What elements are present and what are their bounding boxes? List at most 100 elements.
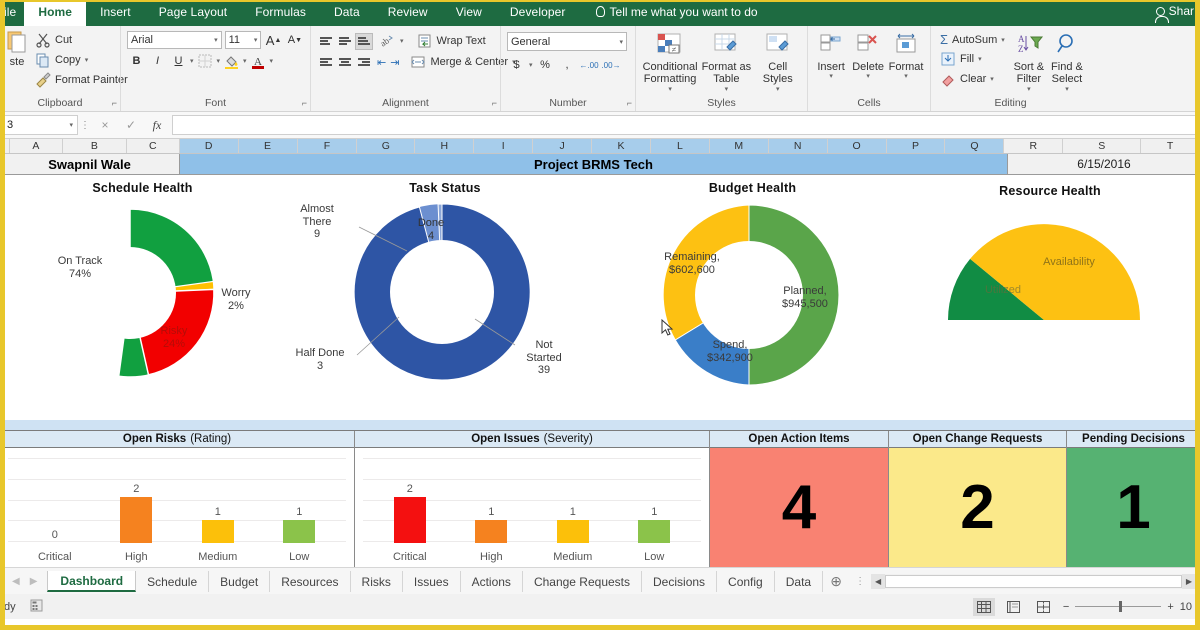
normal-view-button[interactable] [972, 597, 995, 616]
cell-styles-chevron-down-icon[interactable]: ▾ [776, 86, 780, 94]
column-header-M[interactable]: M [709, 139, 769, 153]
align-middle-button[interactable] [336, 33, 354, 50]
fill-button[interactable]: Fill ▾ [937, 50, 1008, 68]
column-header-Q[interactable]: Q [945, 139, 1005, 153]
copy-button[interactable]: Copy ▾ [32, 51, 131, 69]
column-header-S[interactable]: S [1063, 139, 1142, 153]
number-dialog-launcher-icon[interactable]: ⌐ [627, 98, 632, 108]
zoom-slider[interactable]: − + 10 [1063, 601, 1192, 613]
autosum-button[interactable]: Σ AutoSum ▾ [937, 31, 1008, 48]
bar-group-issue-medium[interactable]: 1 Medium [541, 448, 605, 567]
bar-group-high[interactable]: 2 High [104, 448, 168, 567]
alignment-dialog-launcher-icon[interactable]: ⌐ [492, 98, 497, 108]
column-header-H[interactable]: H [415, 139, 475, 153]
delete-cells-chevron-down-icon[interactable]: ▾ [866, 73, 870, 81]
sort-filter-chevron-down-icon[interactable]: ▾ [1027, 86, 1031, 94]
format-painter-button[interactable]: Format Painter [32, 71, 131, 89]
hscroll-left-arrow-icon[interactable]: ◀ [871, 573, 886, 589]
confirm-entry-button[interactable]: ✓ [118, 115, 144, 135]
column-header-G[interactable]: G [357, 139, 416, 153]
bar-group-medium[interactable]: 1 Medium [186, 448, 250, 567]
comma-style-button[interactable]: , [558, 56, 577, 74]
column-header-P[interactable]: P [886, 139, 946, 153]
ribbon-tab-review[interactable]: Review [374, 0, 442, 26]
sheet-tab-change-requests[interactable]: Change Requests [523, 570, 643, 592]
chart-resource-health[interactable]: Resource Health Utilized Availability [900, 175, 1200, 420]
bar-group-critical[interactable]: 0 Critical [23, 448, 87, 567]
align-right-button[interactable] [355, 54, 373, 71]
bar-group-issue-low[interactable]: 1 Low [622, 448, 686, 567]
borders-chevron-down-icon[interactable]: ▾ [217, 57, 221, 65]
share-button[interactable]: Shar [1154, 4, 1194, 23]
insert-cells-chevron-down-icon[interactable]: ▾ [829, 73, 833, 81]
column-header-F[interactable]: F [297, 139, 358, 153]
borders-button[interactable] [196, 52, 215, 70]
clear-chevron-down-icon[interactable]: ▾ [990, 75, 994, 83]
ribbon-tab-formulas[interactable]: Formulas [241, 0, 320, 26]
chart-schedule-health[interactable]: Schedule Health On Track 74% Worry 2% Ri… [0, 175, 285, 420]
format-as-table-chevron-down-icon[interactable]: ▾ [725, 86, 729, 94]
align-center-button[interactable] [336, 54, 354, 71]
cell-styles-button[interactable]: Cell Styles ▾ [755, 31, 802, 94]
sheet-prev-icon[interactable]: ◀ [12, 576, 20, 587]
column-header-J[interactable]: J [533, 139, 593, 153]
name-box[interactable]: 3 ▾ [2, 115, 78, 135]
bar-group-issue-critical[interactable]: 2 Critical [378, 448, 442, 567]
shrink-font-button[interactable]: A ▼ [286, 31, 304, 49]
hscroll-thumb[interactable] [885, 574, 1182, 588]
orientation-chevron-down-icon[interactable]: ▾ [400, 37, 404, 45]
currency-chevron-down-icon[interactable]: ▾ [529, 61, 533, 69]
column-header-T[interactable]: T [1141, 139, 1200, 153]
ribbon-tab-data[interactable]: Data [320, 0, 374, 26]
tell-me-box[interactable]: Tell me what you want to do [580, 0, 766, 26]
underline-chevron-down-icon[interactable]: ▾ [190, 57, 194, 65]
fill-color-chevron-down-icon[interactable]: ▾ [243, 57, 247, 65]
underline-button[interactable]: U [169, 52, 188, 70]
add-sheet-button[interactable]: ⊕ [823, 573, 849, 590]
formula-input[interactable] [172, 115, 1198, 135]
column-header-E[interactable]: E [238, 139, 298, 153]
decrease-decimal-button[interactable]: .00→ [601, 56, 620, 74]
sort-filter-button[interactable]: A Z Sort & Filter ▾ [1012, 31, 1046, 94]
cut-button[interactable]: Cut [32, 31, 131, 49]
grow-font-button[interactable]: A ▲ [264, 31, 282, 49]
sheet-tab-schedule[interactable]: Schedule [136, 570, 210, 592]
font-color-chevron-down-icon[interactable]: ▾ [270, 57, 274, 65]
delete-cells-button[interactable]: Delete ▾ [850, 31, 886, 81]
panel-body-open-risks[interactable]: 0 Critical 2 High 1 Medium 1 Low [0, 448, 354, 567]
currency-button[interactable]: $ [507, 56, 526, 74]
autosum-chevron-down-icon[interactable]: ▾ [1001, 36, 1005, 44]
fill-chevron-down-icon[interactable]: ▾ [978, 55, 982, 63]
fill-color-button[interactable] [222, 52, 241, 70]
find-select-chevron-down-icon[interactable]: ▾ [1065, 86, 1069, 94]
sheet-tab-dashboard[interactable]: Dashboard [47, 570, 137, 592]
conditional-formatting-button[interactable]: ≠ Conditional Formatting ▾ [642, 31, 698, 94]
format-cells-chevron-down-icon[interactable]: ▾ [904, 73, 908, 81]
sheet-nav-arrows[interactable]: ◀ ▶ [0, 576, 47, 587]
column-header-O[interactable]: O [827, 139, 887, 153]
wrap-text-button[interactable]: Wrap Text [414, 32, 489, 50]
sheet-tab-config[interactable]: Config [717, 570, 775, 592]
align-top-button[interactable] [317, 33, 335, 50]
ribbon-tab-view[interactable]: View [442, 0, 496, 26]
align-bottom-button[interactable] [355, 32, 373, 50]
sheet-tab-risks[interactable]: Risks [351, 570, 403, 592]
cancel-entry-button[interactable]: × [92, 115, 118, 135]
zoom-out-button[interactable]: − [1063, 601, 1069, 613]
ribbon-tab-developer[interactable]: Developer [496, 0, 580, 26]
sheet-tab-data[interactable]: Data [775, 570, 824, 592]
ribbon-tab-home[interactable]: Home [24, 0, 87, 26]
sheet-tab-actions[interactable]: Actions [461, 570, 523, 592]
sheet-tab-budget[interactable]: Budget [209, 570, 271, 592]
page-layout-view-button[interactable] [1003, 598, 1025, 616]
conditional-formatting-chevron-down-icon[interactable]: ▾ [668, 86, 672, 94]
hscroll-right-arrow-icon[interactable]: ▶ [1182, 573, 1196, 589]
page-break-preview-button[interactable] [1033, 598, 1055, 616]
column-header-I[interactable]: I [474, 139, 534, 153]
column-header-A[interactable]: A [10, 139, 63, 153]
paste-button[interactable]: ste [6, 29, 28, 68]
macro-record-icon[interactable] [30, 599, 43, 615]
zoom-in-button[interactable]: + [1167, 601, 1173, 613]
increase-indent-button[interactable]: ⇥ [390, 53, 399, 71]
sheet-tab-decisions[interactable]: Decisions [642, 570, 718, 592]
